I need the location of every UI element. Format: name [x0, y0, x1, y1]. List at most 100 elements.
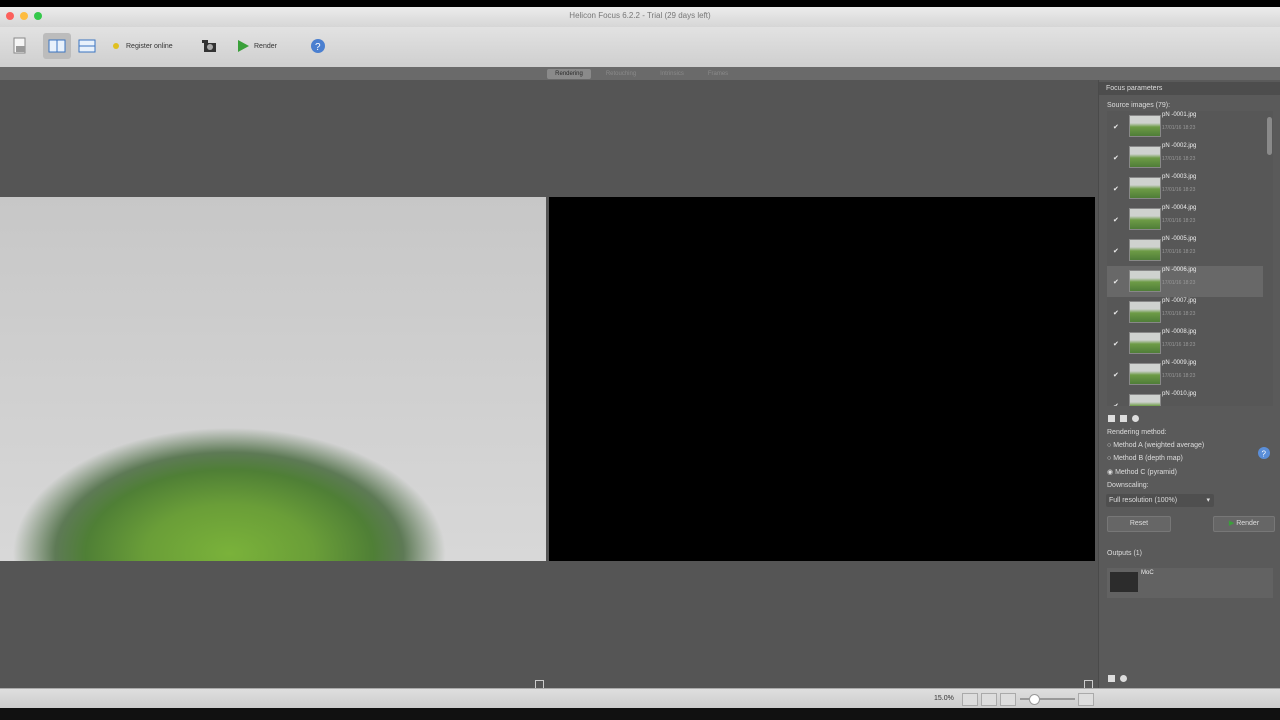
thumbnail — [1129, 239, 1161, 261]
app-window: Helicon Focus 6.2.2 - Trial (29 days lef… — [0, 7, 1280, 720]
tab-intrinsics[interactable]: Intrinsics — [650, 69, 694, 79]
checkbox[interactable]: ✔ — [1113, 185, 1119, 193]
source-list-scrollbar[interactable] — [1267, 117, 1272, 155]
checkbox[interactable]: ✔ — [1113, 340, 1119, 348]
register-online-label: Register online — [126, 42, 173, 50]
file-name: pN -0001.jpg — [1162, 112, 1197, 118]
downscaling-select[interactable]: Full resolution (100%) ▾ — [1106, 494, 1214, 507]
toolbar-render-button[interactable]: Render — [236, 33, 277, 59]
file-date: 17/01/16 18:23 — [1162, 156, 1196, 162]
list-item[interactable]: ✔ pN -0010.jpg — [1107, 390, 1263, 406]
outputs-label: Outputs (1) — [1107, 550, 1143, 557]
thumbnail — [1129, 394, 1161, 406]
list-item[interactable]: ✔ pN -0005.jpg 17/01/16 18:23 — [1107, 235, 1263, 266]
help-icon: ? — [311, 39, 325, 53]
thumbnail — [1129, 270, 1161, 292]
file-date: 17/01/16 18:23 — [1162, 373, 1196, 379]
method-a-label: Method A (weighted average) — [1113, 442, 1205, 449]
preview-area — [0, 80, 1098, 689]
checkbox[interactable]: ✔ — [1113, 247, 1119, 255]
file-name: pN -0004.jpg — [1162, 205, 1197, 211]
list-item[interactable]: ✔ pN -0004.jpg 17/01/16 18:23 — [1107, 204, 1263, 235]
file-date: 17/01/16 18:23 — [1162, 218, 1196, 224]
actual-size-button[interactable] — [981, 693, 997, 706]
help-icon[interactable]: ? — [1257, 446, 1271, 460]
output-image-preview[interactable] — [549, 197, 1095, 561]
render-button[interactable]: ▶ Render — [1213, 516, 1275, 532]
render-label: Render — [1236, 520, 1260, 527]
checkbox[interactable]: ✔ — [1113, 154, 1119, 162]
panel-title: Focus parameters — [1099, 82, 1280, 95]
list-item[interactable]: ✔ pN -0007.jpg 17/01/16 18:23 — [1107, 297, 1263, 328]
checkbox[interactable]: ✔ — [1113, 216, 1119, 224]
file-name: pN -0002.jpg — [1162, 143, 1197, 149]
method-b-label: Method B (depth map) — [1113, 455, 1183, 462]
tab-retouching[interactable]: Retouching — [598, 69, 644, 79]
thumbnail — [1129, 115, 1161, 137]
register-online-button[interactable]: Register online — [112, 33, 173, 59]
checkbox[interactable]: ✔ — [1113, 371, 1119, 379]
zoom-slider-thumb[interactable] — [1029, 694, 1040, 705]
batch-button[interactable] — [200, 33, 220, 59]
open-file-button[interactable] — [10, 33, 30, 59]
tab-rendering[interactable]: Rendering — [547, 69, 591, 79]
source-images-label: Source images (79): — [1107, 102, 1171, 109]
help-button[interactable]: ? — [310, 33, 326, 59]
source-image-preview[interactable] — [0, 197, 546, 561]
checkbox[interactable]: ✔ — [1113, 123, 1119, 131]
file-name: pN -0009.jpg — [1162, 360, 1197, 366]
file-name: pN -0010.jpg — [1162, 391, 1197, 397]
output-name: MoC — [1141, 570, 1154, 576]
zoom-out-button[interactable] — [1000, 693, 1016, 706]
chevron-down-icon: ▾ — [1206, 497, 1210, 504]
file-date: 17/01/16 18:23 — [1162, 125, 1196, 131]
output-actions — [1107, 674, 1128, 683]
file-name: pN -0007.jpg — [1162, 298, 1197, 304]
list-item[interactable]: ✔ pN -0006.jpg 17/01/16 18:23 — [1107, 266, 1263, 297]
list-item[interactable]: ✔ pN -0008.jpg 17/01/16 18:23 — [1107, 328, 1263, 359]
file-name: pN -0006.jpg — [1162, 267, 1197, 273]
downscaling-value: Full resolution (100%) — [1109, 497, 1178, 504]
fit-view-button[interactable] — [962, 693, 978, 706]
settings-icon[interactable] — [1131, 414, 1140, 423]
play-icon: ▶ — [1228, 520, 1235, 527]
checkbox[interactable]: ✔ — [1113, 278, 1119, 286]
method-b-radio[interactable]: ○ Method B (depth map) — [1107, 455, 1183, 462]
list-actions — [1107, 414, 1140, 423]
rendering-method-label: Rendering method: — [1107, 429, 1167, 436]
checkbox[interactable]: ✔ — [1113, 309, 1119, 317]
reset-button[interactable]: Reset — [1107, 516, 1171, 532]
output-item[interactable]: MoC — [1107, 568, 1273, 598]
file-date: 17/01/16 18:23 — [1162, 280, 1196, 286]
thumbnail — [1129, 301, 1161, 323]
list-item[interactable]: ✔ pN -0003.jpg 17/01/16 18:23 — [1107, 173, 1263, 204]
file-date: 17/01/16 18:23 — [1162, 249, 1196, 255]
list-item[interactable]: ✔ pN -0001.jpg 17/01/16 18:23 — [1107, 111, 1263, 142]
list-item[interactable]: ✔ pN -0002.jpg 17/01/16 18:23 — [1107, 142, 1263, 173]
zoom-in-button[interactable] — [1078, 693, 1094, 706]
document-icon — [13, 37, 26, 54]
file-date: 17/01/16 18:23 — [1162, 342, 1196, 348]
file-name: pN -0008.jpg — [1162, 329, 1197, 335]
method-a-radio[interactable]: ○ Method A (weighted average) — [1107, 442, 1204, 449]
bottom-edge — [0, 708, 1280, 720]
play-icon — [238, 40, 249, 52]
list-item[interactable]: ✔ pN -0009.jpg 17/01/16 18:23 — [1107, 359, 1263, 390]
save-icon[interactable] — [1107, 674, 1116, 683]
thumbnail — [1129, 177, 1161, 199]
add-file-icon[interactable] — [1107, 414, 1116, 423]
stacked-view-button[interactable] — [78, 33, 96, 59]
svg-text:?: ? — [1262, 450, 1267, 459]
tab-frames[interactable]: Frames — [700, 69, 736, 79]
checkbox[interactable]: ✔ — [1113, 402, 1119, 406]
method-c-radio[interactable]: ◉ Method C (pyramid) — [1107, 468, 1177, 476]
toolbar: Register online Render ? — [0, 27, 1280, 68]
toolbar-render-label: Render — [254, 42, 277, 50]
add-folder-icon[interactable] — [1119, 414, 1128, 423]
source-images-list[interactable]: ✔ pN -0001.jpg 17/01/16 18:23 ✔ pN -0002… — [1107, 111, 1273, 406]
file-date: 17/01/16 18:23 — [1162, 311, 1196, 317]
thumbnail — [1129, 332, 1161, 354]
settings-icon[interactable] — [1119, 674, 1128, 683]
side-by-side-view-button[interactable] — [43, 33, 71, 59]
title-bar: Helicon Focus 6.2.2 - Trial (29 days lef… — [0, 7, 1280, 28]
